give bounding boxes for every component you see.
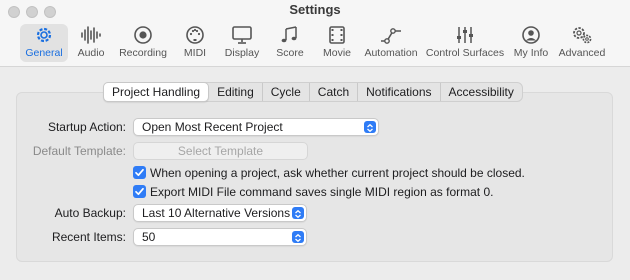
monitor-icon: [230, 24, 254, 46]
faders-icon: [453, 24, 477, 46]
chevron-updown-icon: [292, 207, 304, 219]
toolbar-item-general[interactable]: General: [20, 24, 68, 62]
checkmark-icon: [135, 168, 144, 177]
toolbar-item-midi[interactable]: MIDI: [180, 24, 210, 62]
settings-window: Settings General Audio Recording MIDI Di…: [0, 0, 630, 280]
toolbar-item-control-surfaces[interactable]: Control Surfaces: [426, 24, 504, 62]
ask-close-label: When opening a project, ask whether curr…: [150, 166, 525, 180]
toolbar-item-recording[interactable]: Recording: [116, 24, 170, 62]
window-title: Settings: [289, 2, 341, 17]
toolbar-label: Movie: [322, 47, 351, 59]
toolbar-label: General: [25, 47, 63, 59]
toolbar-item-automation[interactable]: Automation: [364, 24, 418, 62]
titlebar: Settings General Audio Recording MIDI Di…: [0, 0, 630, 67]
chevron-updown-icon: [364, 121, 376, 133]
midi-port-icon: [183, 24, 207, 46]
startup-action-label: Startup Action:: [47, 120, 126, 134]
export-midi-label: Export MIDI File command saves single MI…: [150, 185, 494, 199]
toolbar-label: Control Surfaces: [425, 47, 505, 59]
toolbar-item-advanced[interactable]: Advanced: [558, 24, 606, 62]
toolbar-item-audio[interactable]: Audio: [74, 24, 108, 62]
auto-backup-label: Auto Backup:: [54, 206, 126, 220]
toolbar-label: Advanced: [558, 47, 606, 59]
toolbar-item-movie[interactable]: Movie: [320, 24, 354, 62]
toolbar-label: Audio: [77, 47, 105, 59]
checkmark-icon: [135, 187, 144, 196]
toolbar-item-score[interactable]: Score: [274, 24, 306, 62]
toolbar-label: Recording: [119, 47, 167, 59]
tab-editing[interactable]: Editing: [209, 83, 263, 101]
toolbar-label: Score: [276, 47, 304, 59]
gear-icon: [32, 24, 56, 46]
tab-project-handling[interactable]: Project Handling: [103, 82, 210, 102]
toolbar-label: Display: [224, 47, 260, 59]
recent-items-value: 50: [142, 230, 156, 244]
person-icon: [519, 24, 543, 46]
select-template-button[interactable]: Select Template: [133, 142, 308, 160]
select-template-label: Select Template: [177, 144, 264, 158]
tab-bar: Project Handling Editing Cycle Catch Not…: [103, 82, 523, 102]
film-icon: [325, 24, 349, 46]
toolbar-label: My Info: [513, 47, 549, 59]
automation-curve-icon: [379, 24, 403, 46]
music-notes-icon: [278, 24, 302, 46]
recent-items-popup[interactable]: 50: [133, 228, 307, 246]
ask-close-checkbox[interactable]: [133, 166, 146, 179]
tab-notifications[interactable]: Notifications: [358, 83, 441, 101]
chevron-updown-icon: [292, 231, 304, 243]
record-icon: [131, 24, 155, 46]
tab-accessibility[interactable]: Accessibility: [441, 83, 522, 101]
waveform-icon: [79, 24, 103, 46]
startup-action-popup[interactable]: Open Most Recent Project: [133, 118, 379, 136]
toolbar-item-display[interactable]: Display: [222, 24, 262, 62]
export-midi-checkbox[interactable]: [133, 185, 146, 198]
toolbar-label: MIDI: [183, 47, 207, 59]
tab-cycle[interactable]: Cycle: [263, 83, 310, 101]
auto-backup-value: Last 10 Alternative Versions: [142, 206, 291, 220]
toolbar-item-my-info[interactable]: My Info: [512, 24, 550, 62]
auto-backup-popup[interactable]: Last 10 Alternative Versions: [133, 204, 307, 222]
toolbar-label: Automation: [364, 47, 418, 59]
tab-catch[interactable]: Catch: [310, 83, 359, 101]
recent-items-label: Recent Items:: [51, 230, 126, 244]
gears-icon: [570, 24, 594, 46]
default-template-label: Default Template:: [32, 144, 126, 158]
startup-action-value: Open Most Recent Project: [142, 120, 283, 134]
